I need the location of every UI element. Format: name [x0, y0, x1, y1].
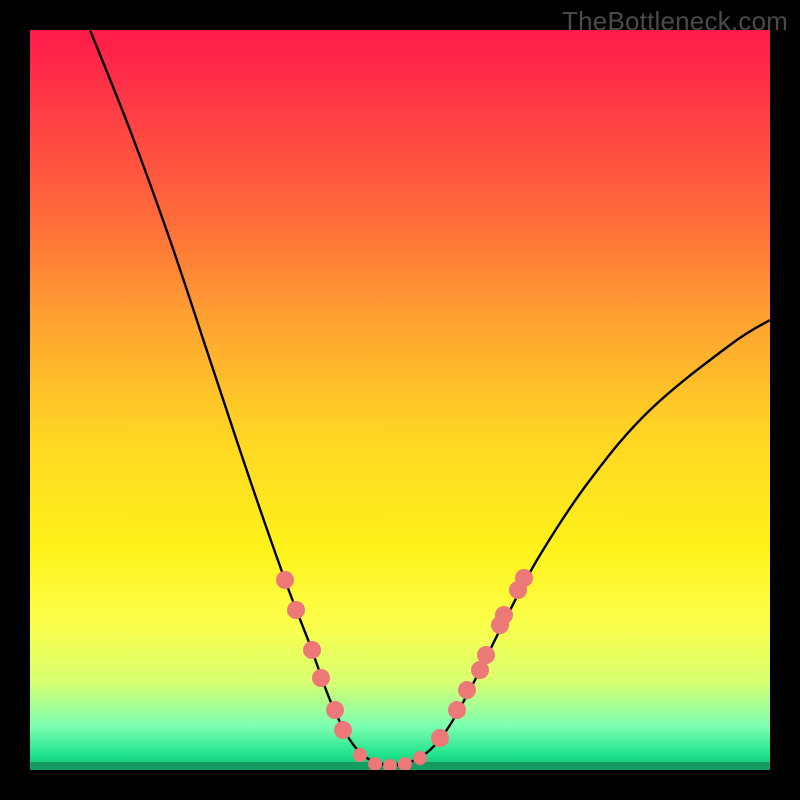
marker-dot [287, 601, 305, 619]
marker-dot [353, 748, 367, 762]
watermark-text: TheBottleneck.com [562, 6, 788, 37]
marker-dot [398, 757, 412, 770]
marker-dot [413, 751, 427, 765]
marker-dot [334, 721, 352, 739]
bottleneck-curve [90, 30, 770, 765]
curve-markers [276, 569, 533, 770]
marker-dot [458, 681, 476, 699]
marker-dot [383, 759, 397, 770]
marker-dot [515, 569, 533, 587]
marker-dot [495, 606, 513, 624]
curve-layer [30, 30, 770, 770]
marker-dot [276, 571, 294, 589]
chart-frame: TheBottleneck.com [0, 0, 800, 800]
marker-dot [431, 729, 449, 747]
marker-dot [312, 669, 330, 687]
marker-dot [448, 701, 466, 719]
marker-dot [477, 646, 495, 664]
marker-dot [326, 701, 344, 719]
marker-dot [303, 641, 321, 659]
